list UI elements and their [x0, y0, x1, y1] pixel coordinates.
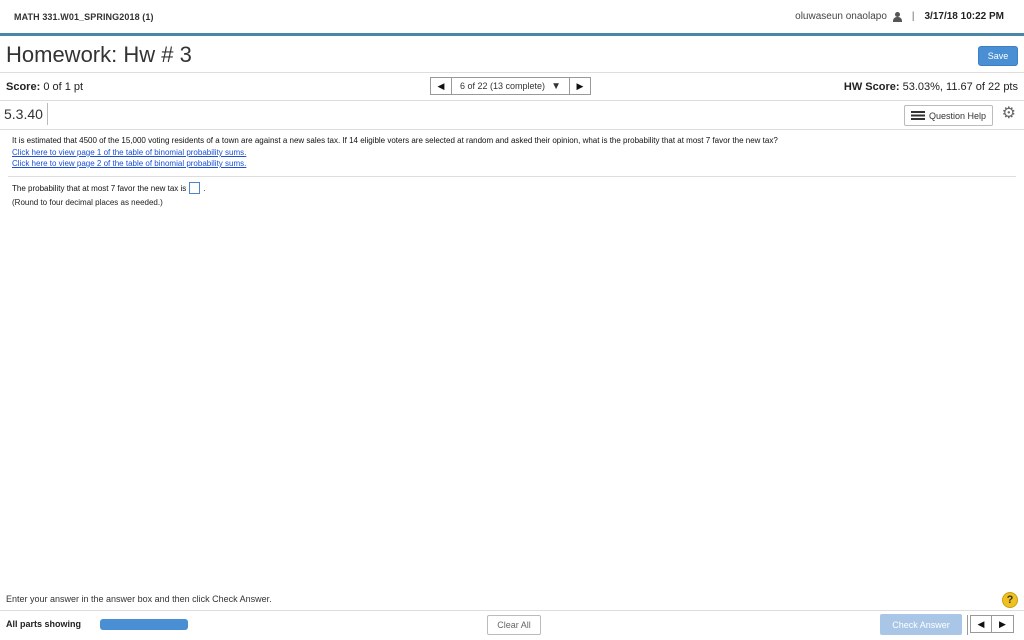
question-body: It is estimated that 4500 of the 15,000 …: [12, 136, 1012, 169]
answer-line: The probability that at most 7 favor the…: [12, 182, 206, 194]
progress-fill: [100, 619, 188, 630]
next-part-button[interactable]: ▶: [992, 615, 1014, 633]
answer-input[interactable]: [189, 182, 201, 194]
next-question-button[interactable]: ▶: [568, 77, 591, 95]
divider: [8, 176, 1016, 177]
question-id: 5.3.40: [0, 103, 48, 125]
right-arrow-icon: ▶: [576, 80, 584, 91]
score-value: 0 of 1 pt: [43, 81, 84, 93]
score-label: Score:: [6, 81, 41, 93]
answer-suffix: .: [203, 183, 206, 193]
clear-all-button[interactable]: Clear All: [487, 615, 541, 635]
question-navigator: ◀ 6 of 22 (13 complete) ▼ ▶: [430, 77, 591, 97]
part-pager: ◀ ▶: [967, 615, 1014, 635]
title-row: Homework: Hw # 3 Save: [0, 38, 1024, 73]
right-arrow-icon: ▶: [999, 618, 1006, 629]
previous-part-button[interactable]: ◀: [970, 615, 992, 633]
answer-area: The probability that at most 7 favor the…: [12, 182, 206, 207]
list-icon: [910, 111, 925, 120]
question-header: 5.3.40 Question Help ⚙: [0, 101, 1024, 130]
top-bar: MATH 331.W01_SPRING2018 (1) oluwaseun on…: [0, 0, 1024, 36]
score-row: Score: 0 of 1 pt ◀ 6 of 22 (13 complete)…: [0, 73, 1024, 101]
separator: |: [911, 11, 915, 22]
score: Score: 0 of 1 pt: [6, 81, 83, 93]
help-icon[interactable]: ?: [1002, 592, 1018, 608]
question-help-button[interactable]: Question Help: [903, 105, 993, 126]
binomial-table-page2-link[interactable]: Click here to view page 2 of the table o…: [12, 158, 1012, 169]
hw-score-value: 53.03%, 11.67 of 22 pts: [902, 81, 1018, 93]
dropdown-arrow-icon: ▼: [551, 80, 561, 92]
datetime: 3/17/18 10:22 PM: [924, 11, 1005, 22]
previous-question-button[interactable]: ◀: [430, 77, 452, 95]
user-box: oluwaseun onaolapo | 3/17/18 10:22 PM: [795, 11, 1004, 22]
instructions-bar: Enter your answer in the answer box and …: [0, 588, 1024, 611]
instructions-text: Enter your answer in the answer box and …: [6, 594, 272, 604]
question-help-label: Question Help: [928, 110, 986, 121]
question-position: 6 of 22 (13 complete): [460, 81, 546, 91]
left-arrow-icon: ◀: [437, 80, 445, 91]
question-selector[interactable]: 6 of 22 (13 complete) ▼: [452, 77, 569, 95]
binomial-table-page1-link[interactable]: Click here to view page 1 of the table o…: [12, 147, 1012, 158]
person-icon: [892, 11, 902, 22]
rounding-note: (Round to four decimal places as needed.…: [12, 198, 163, 207]
parts-progress-bar: [100, 619, 188, 630]
hw-score: HW Score: 53.03%, 11.67 of 22 pts: [844, 81, 1018, 93]
page-title: Homework: Hw # 3: [6, 42, 192, 67]
answer-prefix: The probability that at most 7 favor the…: [12, 183, 187, 193]
parts-label: All parts showing: [6, 619, 82, 629]
save-button[interactable]: Save: [978, 46, 1018, 66]
course-name: MATH 331.W01_SPRING2018 (1): [14, 12, 154, 22]
check-answer-button[interactable]: Check Answer: [880, 614, 962, 635]
left-arrow-icon: ◀: [977, 618, 985, 629]
gear-icon[interactable]: ⚙: [1002, 105, 1016, 123]
question-text: It is estimated that 4500 of the 15,000 …: [12, 136, 778, 145]
bottom-bar: All parts showing Clear All Check Answer…: [0, 611, 1024, 640]
hw-score-label: HW Score:: [843, 81, 900, 93]
username[interactable]: oluwaseun onaolapo: [795, 11, 887, 22]
